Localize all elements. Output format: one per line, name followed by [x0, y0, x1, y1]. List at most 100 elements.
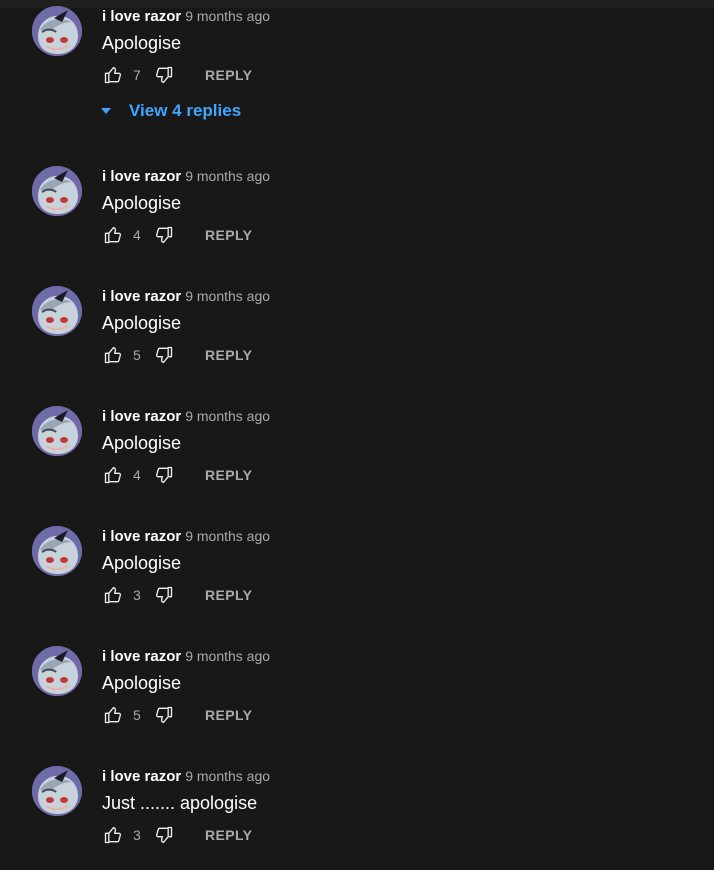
- author-name[interactable]: i love razor: [102, 648, 181, 665]
- thumb-up-icon: [104, 706, 122, 724]
- avatar-image: [32, 766, 82, 816]
- thumb-up-icon: [104, 586, 122, 604]
- thumb-down-icon: [155, 346, 173, 364]
- comment-time[interactable]: 9 months ago: [185, 288, 270, 304]
- thumb-up-icon: [104, 826, 122, 844]
- dislike-button[interactable]: [153, 224, 175, 246]
- comment-text: Apologise: [102, 553, 182, 573]
- like-count: 3: [133, 827, 141, 843]
- avatar[interactable]: [32, 766, 82, 816]
- comment-item: i love razor 9 months ago Apologise 5 REP…: [0, 280, 714, 390]
- comment-item: i love razor 9 months ago Apologise 4 REP…: [0, 160, 714, 270]
- like-button[interactable]: [102, 344, 124, 366]
- comment-actions: 3 REPLY: [102, 823, 252, 847]
- comment-header: i love razor 9 months ago: [102, 526, 270, 546]
- like-button[interactable]: [102, 64, 124, 86]
- comment-text: Apologise: [102, 33, 182, 53]
- dislike-button[interactable]: [153, 344, 175, 366]
- avatar-image: [32, 406, 82, 456]
- comment-header: i love razor 9 months ago: [102, 166, 270, 186]
- comment-time[interactable]: 9 months ago: [185, 768, 270, 784]
- avatar-image: [32, 6, 82, 56]
- avatar[interactable]: [32, 286, 82, 336]
- comment-text: Apologise: [102, 673, 182, 693]
- dislike-button[interactable]: [153, 704, 175, 726]
- comment-time[interactable]: 9 months ago: [185, 408, 270, 424]
- view-replies-label: View 4 replies: [129, 101, 242, 120]
- comment-header: i love razor 9 months ago: [102, 646, 270, 666]
- like-count: 4: [133, 467, 141, 483]
- reply-button[interactable]: REPLY: [205, 467, 252, 483]
- avatar[interactable]: [32, 406, 82, 456]
- thumb-up-icon: [104, 346, 122, 364]
- thumb-up-icon: [104, 466, 122, 484]
- dislike-button[interactable]: [153, 584, 175, 606]
- comment-time[interactable]: 9 months ago: [185, 168, 270, 184]
- like-button[interactable]: [102, 584, 124, 606]
- dislike-button[interactable]: [153, 824, 175, 846]
- comment-text: Apologise: [102, 193, 182, 213]
- comment-text: Apologise: [102, 433, 182, 453]
- comment-header: i love razor 9 months ago: [102, 6, 270, 26]
- comment-text: Just ....... apologise: [102, 793, 258, 813]
- dislike-button[interactable]: [153, 64, 175, 86]
- comment-header: i love razor 9 months ago: [102, 286, 270, 306]
- reply-button[interactable]: REPLY: [205, 827, 252, 843]
- reply-button[interactable]: REPLY: [205, 347, 252, 363]
- comment-item: i love razor 9 months ago Apologise 4 REP…: [0, 400, 714, 510]
- reply-button[interactable]: REPLY: [205, 587, 252, 603]
- thumb-down-icon: [155, 66, 173, 84]
- comment-actions: 4 REPLY: [102, 463, 252, 487]
- author-name[interactable]: i love razor: [102, 528, 181, 545]
- avatar[interactable]: [32, 646, 82, 696]
- comment-actions: 5 REPLY: [102, 343, 252, 367]
- caret-down-icon: [101, 108, 111, 114]
- comment-actions: 4 REPLY: [102, 223, 252, 247]
- view-replies-button[interactable]: View 4 replies: [100, 101, 241, 121]
- thumb-down-icon: [155, 826, 173, 844]
- like-count: 4: [133, 227, 141, 243]
- comment-item: i love razor 9 months ago Apologise 5 REP…: [0, 640, 714, 750]
- comment-item: i love razor 9 months ago Just ....... ap…: [0, 760, 714, 870]
- like-count: 5: [133, 347, 141, 363]
- dislike-button[interactable]: [153, 464, 175, 486]
- avatar[interactable]: [32, 526, 82, 576]
- like-button[interactable]: [102, 464, 124, 486]
- reply-button[interactable]: REPLY: [205, 227, 252, 243]
- avatar-image: [32, 526, 82, 576]
- avatar-image: [32, 646, 82, 696]
- author-name[interactable]: i love razor: [102, 768, 181, 785]
- like-count: 5: [133, 707, 141, 723]
- comment-time[interactable]: 9 months ago: [185, 648, 270, 664]
- author-name[interactable]: i love razor: [102, 288, 181, 305]
- comment-item: i love razor 9 months ago Apologise 7 REP…: [0, 0, 714, 120]
- thumb-down-icon: [155, 466, 173, 484]
- thumb-down-icon: [155, 586, 173, 604]
- comment-time[interactable]: 9 months ago: [185, 528, 270, 544]
- thumb-down-icon: [155, 706, 173, 724]
- avatar-image: [32, 286, 82, 336]
- avatar[interactable]: [32, 166, 82, 216]
- like-button[interactable]: [102, 224, 124, 246]
- comment-time[interactable]: 9 months ago: [185, 8, 270, 24]
- comment-actions: 7 REPLY: [102, 63, 252, 87]
- author-name[interactable]: i love razor: [102, 408, 181, 425]
- reply-button[interactable]: REPLY: [205, 707, 252, 723]
- thumb-up-icon: [104, 66, 122, 84]
- avatar-image: [32, 166, 82, 216]
- like-count: 7: [133, 67, 141, 83]
- like-count: 3: [133, 587, 141, 603]
- comment-text: Apologise: [102, 313, 182, 333]
- author-name[interactable]: i love razor: [102, 168, 181, 185]
- comment-header: i love razor 9 months ago: [102, 406, 270, 426]
- comment-header: i love razor 9 months ago: [102, 766, 270, 786]
- avatar[interactable]: [32, 6, 82, 56]
- reply-button[interactable]: REPLY: [205, 67, 252, 83]
- thumb-down-icon: [155, 226, 173, 244]
- thumb-up-icon: [104, 226, 122, 244]
- comment-item: i love razor 9 months ago Apologise 3 REP…: [0, 520, 714, 630]
- like-button[interactable]: [102, 824, 124, 846]
- author-name[interactable]: i love razor: [102, 8, 181, 25]
- like-button[interactable]: [102, 704, 124, 726]
- comment-actions: 5 REPLY: [102, 703, 252, 727]
